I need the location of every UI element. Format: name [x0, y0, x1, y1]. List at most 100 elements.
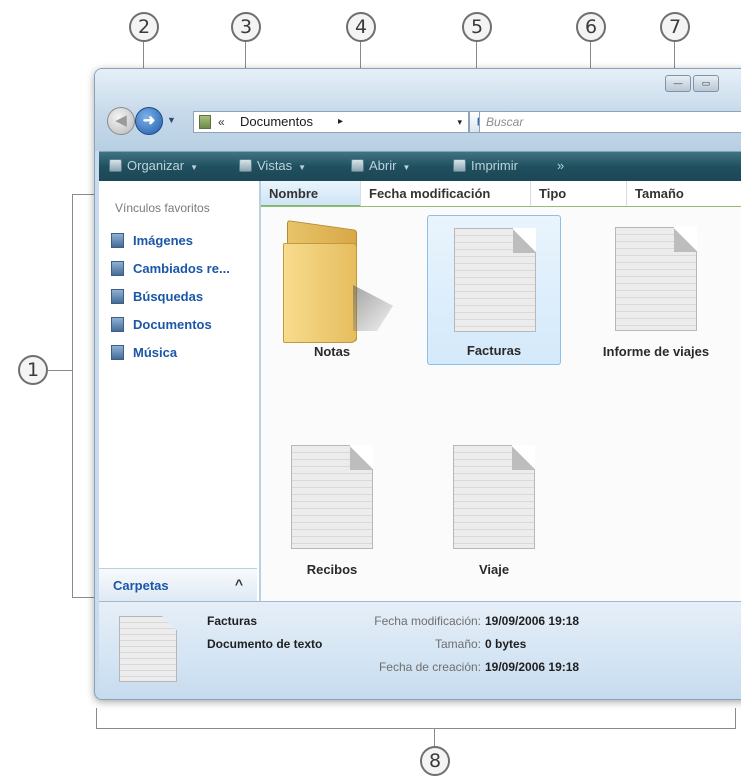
column-headers: Nombre Fecha modificación Tipo Tamaño	[261, 181, 741, 208]
folder-shadow	[353, 285, 393, 331]
page-fold	[513, 228, 536, 253]
file-name: Recibos	[306, 562, 358, 577]
pictures-icon	[111, 233, 124, 248]
callout-line-1-h	[48, 370, 72, 371]
details-size-label: Tamaño:	[434, 637, 481, 651]
minimize-button[interactable]: —	[665, 75, 691, 92]
callout-1: 1	[18, 355, 48, 385]
folders-label: Carpetas	[113, 578, 169, 593]
organize-label: Organizar	[127, 158, 185, 173]
callout-line-1-v	[72, 194, 73, 598]
navigation-pane: Vínculos favoritos Imágenes Cambiados re…	[99, 181, 261, 601]
details-created-value: 19/09/2006 19:18	[485, 660, 580, 674]
open-button[interactable]: Abrir ▼	[351, 158, 410, 173]
chevron-down-icon: ▼	[402, 163, 411, 172]
searches-icon	[111, 289, 124, 304]
folder-front	[283, 243, 357, 343]
address-dropdown[interactable]: ▾	[457, 112, 462, 132]
favorite-links-heading: Vínculos favoritos	[115, 201, 210, 215]
breadcrumb-documentos[interactable]: Documentos	[240, 112, 313, 132]
window-controls: — ▭	[665, 75, 719, 92]
details-size-value: 0 bytes	[485, 637, 527, 651]
callout-line-1-bottom	[72, 597, 94, 598]
music-icon	[111, 345, 124, 360]
file-name: Facturas	[466, 343, 522, 358]
callout-4: 4	[346, 12, 376, 42]
open-icon	[351, 159, 364, 172]
sidebar-item-label: Documentos	[133, 317, 212, 332]
views-button[interactable]: Vistas ▼	[239, 158, 306, 173]
details-pane: Facturas Documento de texto Fecha modifi…	[99, 601, 741, 699]
callout-line-8-left	[96, 708, 97, 728]
details-created-label: Fecha de creación:	[378, 660, 481, 674]
breadcrumb-overflow[interactable]: «	[218, 112, 225, 132]
file-item-facturas[interactable]: Facturas	[427, 215, 561, 365]
breadcrumb-arrow-icon[interactable]: ▸	[338, 112, 343, 132]
page-fold	[512, 445, 535, 470]
arrow-right-icon: ➜	[142, 112, 156, 129]
callout-8: 8	[420, 746, 450, 776]
sidebar-item-musica[interactable]: Música	[111, 345, 177, 360]
document-thumbnail-icon	[119, 616, 177, 682]
sidebar-item-busquedas[interactable]: Búsquedas	[111, 289, 203, 304]
sidebar-item-label: Música	[133, 345, 178, 360]
sidebar-item-imagenes[interactable]: Imágenes	[111, 233, 193, 248]
file-name: Viaje	[478, 562, 510, 577]
file-item-recibos[interactable]: Recibos	[265, 433, 399, 583]
column-header-modified[interactable]: Fecha modificación	[361, 181, 531, 207]
callout-line-1-top	[72, 194, 94, 195]
views-label: Vistas	[257, 158, 293, 173]
callout-2: 2	[129, 12, 159, 42]
callout-line-8-h	[96, 728, 736, 729]
callout-5: 5	[462, 12, 492, 42]
window-frame	[95, 69, 741, 151]
file-name: Informe de viajes	[602, 344, 710, 359]
open-label: Abrir	[369, 158, 397, 173]
content-area: Vínculos favoritos Imágenes Cambiados re…	[99, 181, 741, 601]
details-modified-value: 19/09/2006 19:18	[485, 614, 580, 628]
callout-3: 3	[231, 12, 261, 42]
print-label: Imprimir	[471, 158, 518, 173]
print-button[interactable]: Imprimir	[453, 158, 518, 173]
file-item-notas[interactable]: Notas	[265, 215, 399, 365]
back-button[interactable]: ◀	[107, 107, 135, 135]
file-item-viaje[interactable]: Viaje	[427, 433, 561, 583]
callout-6: 6	[576, 12, 606, 42]
file-name: Notas	[313, 344, 351, 359]
views-icon	[239, 159, 252, 172]
command-toolbar: Organizar ▼ Vistas ▼ Abrir ▼ Imprimir »	[99, 151, 741, 182]
organize-button[interactable]: Organizar ▼	[109, 158, 198, 173]
sidebar-item-documentos[interactable]: Documentos	[111, 317, 212, 332]
chevron-down-icon: ▼	[190, 163, 198, 172]
details-file-name: Facturas	[207, 614, 258, 628]
page-fold	[674, 227, 697, 252]
folders-bar[interactable]: Carpetas ^	[99, 568, 257, 601]
sidebar-item-label: Búsquedas	[133, 289, 204, 304]
recent-pages-dropdown[interactable]: ▼	[167, 115, 176, 125]
file-list: Notas Facturas Informe de viajes Recibos	[261, 207, 741, 601]
folder-icon	[199, 115, 211, 129]
callout-7: 7	[660, 12, 690, 42]
address-bar[interactable]: « Documentos ▸ ▾	[193, 111, 469, 133]
column-header-name[interactable]: Nombre	[261, 181, 361, 207]
maximize-button[interactable]: ▭	[693, 75, 719, 92]
details-file-type: Documento de texto	[207, 637, 323, 651]
callout-line-8-right	[735, 708, 736, 728]
search-input[interactable]: Buscar	[479, 111, 741, 133]
callout-line-8-stem	[434, 728, 435, 748]
documents-icon	[111, 317, 124, 332]
file-item-informe-de-viajes[interactable]: Informe de viajes	[589, 215, 723, 365]
sidebar-item-label: Imágenes	[133, 233, 193, 248]
sidebar-item-label: Cambiados re...	[133, 261, 230, 276]
details-modified-label: Fecha modificación:	[374, 614, 481, 628]
column-header-size[interactable]: Tamaño	[627, 181, 741, 207]
recent-changes-icon	[111, 261, 124, 276]
forward-button[interactable]: ➜	[135, 107, 163, 135]
arrow-left-icon: ◀	[115, 112, 127, 129]
chevron-down-icon: ▼	[298, 163, 307, 172]
printer-icon	[453, 159, 466, 172]
sidebar-item-cambiados[interactable]: Cambiados re...	[111, 261, 230, 276]
column-header-type[interactable]: Tipo	[531, 181, 627, 207]
page-fold	[350, 445, 373, 470]
toolbar-overflow-button[interactable]: »	[557, 158, 564, 173]
